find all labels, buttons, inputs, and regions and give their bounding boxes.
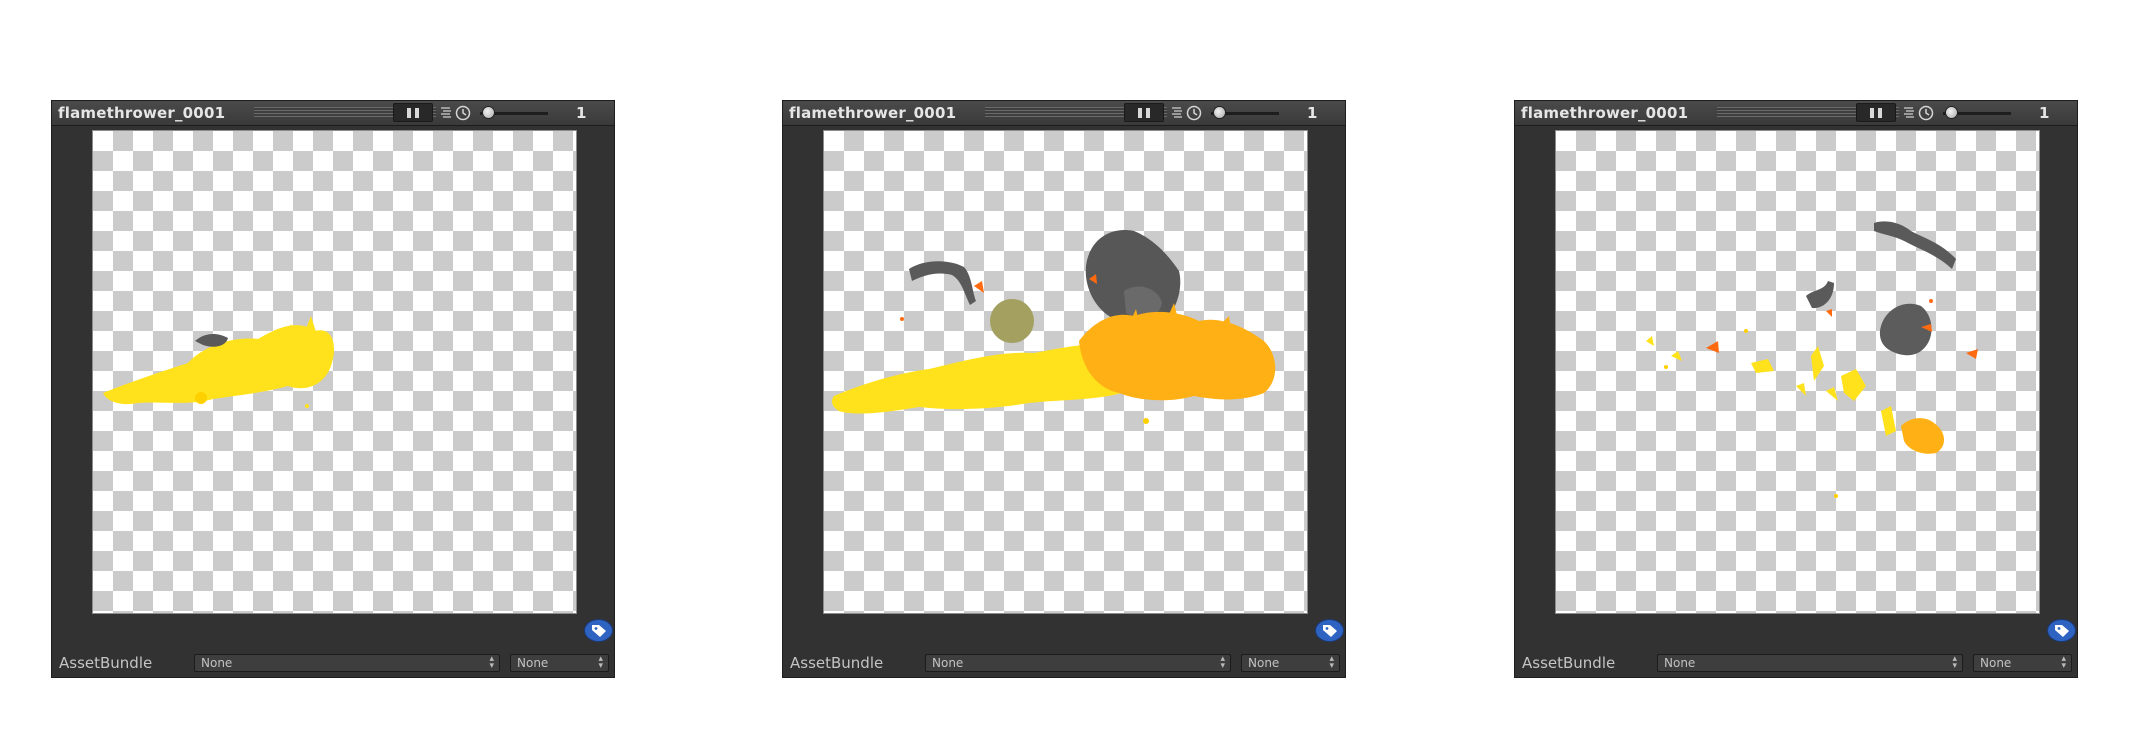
assetbundle-label: AssetBundle: [59, 654, 153, 672]
preview-header: flamethrower_0001 1: [52, 101, 614, 126]
preview-panel-1: flamethrower_0001 1 AssetBundle None ▴ ▾ …: [51, 100, 615, 678]
dropdown-arrow-icon: ▴ ▾: [1952, 654, 1957, 671]
frame-number: 1: [2039, 104, 2050, 122]
assetbundle-variant-dropdown[interactable]: None ▴ ▾: [510, 654, 609, 672]
preview-panel-3: flamethrower_0001 1 AssetBundle None ▴ ▾…: [1514, 100, 2078, 678]
dropdown-arrow-icon: ▴ ▾: [1329, 654, 1334, 671]
speed-clock-icon: [1904, 105, 1934, 121]
assetbundle-label: AssetBundle: [1522, 654, 1616, 672]
assetbundle-variant-dropdown[interactable]: None ▴ ▾: [1241, 654, 1340, 672]
assetbundle-name-dropdown[interactable]: None ▴ ▾: [925, 654, 1231, 672]
dropdown-arrow-icon: ▴ ▾: [598, 654, 603, 671]
assetbundle-name-dropdown[interactable]: None ▴ ▾: [194, 654, 500, 672]
sprite-preview: [1555, 130, 2040, 614]
dropdown-value: None: [1980, 656, 2012, 670]
tag-icon[interactable]: [584, 619, 613, 642]
preview-title: flamethrower_0001: [1521, 104, 1689, 122]
assetbundle-name-dropdown[interactable]: None ▴ ▾: [1657, 654, 1963, 672]
preview-title: flamethrower_0001: [58, 104, 226, 122]
pause-button[interactable]: [1856, 103, 1896, 122]
dropdown-arrow-icon: ▴ ▾: [1220, 654, 1225, 671]
speed-clock-icon: [441, 105, 471, 121]
dropdown-value: None: [1248, 656, 1280, 670]
tag-icon[interactable]: [1315, 619, 1344, 642]
sprite-preview: [92, 130, 577, 614]
frame-number: 1: [1307, 104, 1318, 122]
preview-panel-2: flamethrower_0001 1 AssetBundle None ▴ ▾…: [782, 100, 1346, 678]
assetbundle-variant-dropdown[interactable]: None ▴ ▾: [1973, 654, 2072, 672]
slider-thumb[interactable]: [482, 106, 495, 119]
frame-number: 1: [576, 104, 587, 122]
dropdown-value: None: [932, 656, 964, 670]
preview-header: flamethrower_0001 1: [1515, 101, 2077, 126]
pause-button[interactable]: [393, 103, 433, 122]
preview-title: flamethrower_0001: [789, 104, 957, 122]
preview-header: flamethrower_0001 1: [783, 101, 1345, 126]
dropdown-value: None: [201, 656, 233, 670]
flame-sprite-2: [831, 230, 1276, 424]
slider-thumb[interactable]: [1213, 106, 1226, 119]
dropdown-arrow-icon: ▴ ▾: [489, 654, 494, 671]
slider-thumb[interactable]: [1945, 106, 1958, 119]
flame-sprite-3: [1646, 221, 1978, 498]
flame-sprite-1: [103, 316, 335, 408]
sprite-preview: [823, 130, 1308, 614]
pause-button[interactable]: [1124, 103, 1164, 122]
dropdown-value: None: [1664, 656, 1696, 670]
dropdown-arrow-icon: ▴ ▾: [2061, 654, 2066, 671]
tag-icon[interactable]: [2047, 619, 2076, 642]
speed-clock-icon: [1172, 105, 1202, 121]
assetbundle-label: AssetBundle: [790, 654, 884, 672]
dropdown-value: None: [517, 656, 549, 670]
